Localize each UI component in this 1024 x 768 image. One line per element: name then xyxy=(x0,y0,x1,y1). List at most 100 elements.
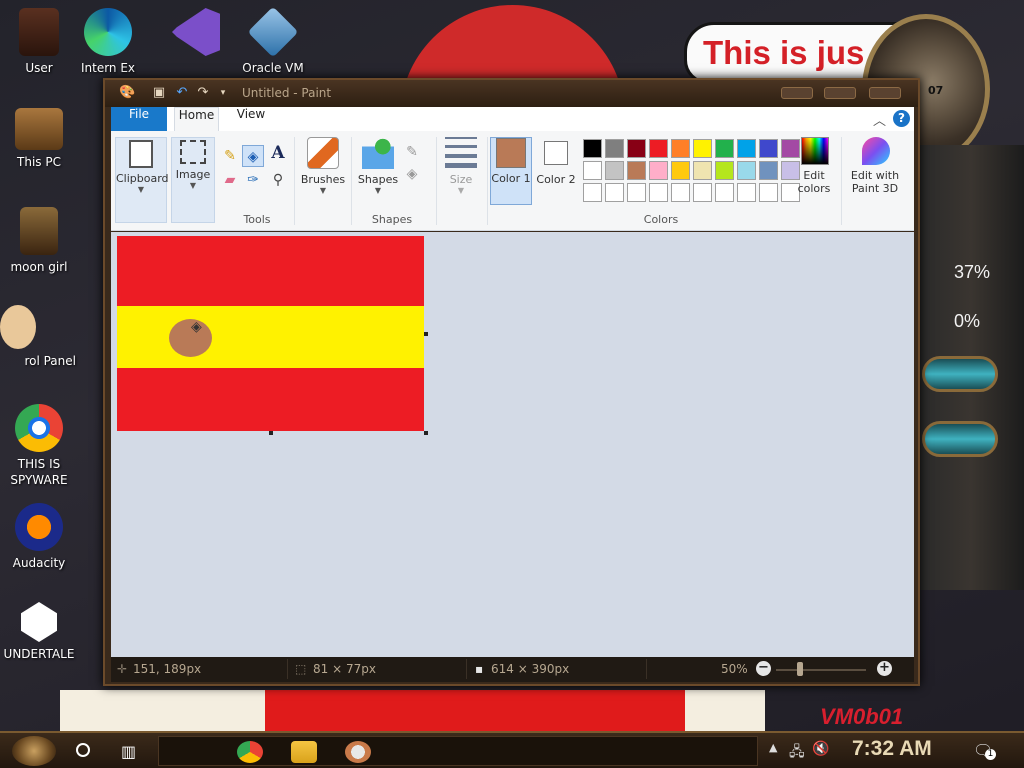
system-clock[interactable]: 7:32 AM xyxy=(852,737,932,761)
zoom-slider-track[interactable] xyxy=(776,669,866,671)
color-swatch[interactable] xyxy=(737,139,756,158)
moon-girl-icon xyxy=(20,207,58,255)
file-explorer-taskbar-icon[interactable] xyxy=(291,741,317,763)
color-swatch[interactable] xyxy=(649,161,668,180)
desktop-icon-this-pc[interactable]: This PC xyxy=(0,108,78,170)
group-separator xyxy=(294,137,295,225)
desktop-icon-visual-studio[interactable] xyxy=(157,8,235,60)
color-swatch[interactable] xyxy=(627,161,646,180)
color1-button[interactable]: Color 1 xyxy=(490,137,532,205)
network-icon[interactable]: 🖧 xyxy=(789,741,805,765)
color-swatch[interactable] xyxy=(671,183,690,202)
drawing-canvas[interactable]: ◈ xyxy=(117,236,424,431)
chrome-taskbar-icon[interactable] xyxy=(237,741,263,763)
minimize-button[interactable] xyxy=(781,87,813,99)
outline-icon[interactable]: ✎ xyxy=(401,141,423,163)
size-lines-icon xyxy=(445,137,477,169)
edit-with-paint3d-button[interactable]: Edit with Paint 3D xyxy=(844,137,908,195)
color-swatch[interactable] xyxy=(693,139,712,158)
paint-taskbar-icon[interactable] xyxy=(345,741,371,763)
start-button[interactable] xyxy=(12,736,56,766)
desktop-icon-audacity[interactable]: Audacity xyxy=(0,503,78,571)
desktop-icon-undertale[interactable]: UNDERTALE xyxy=(0,602,78,662)
eraser-icon[interactable]: ▰ xyxy=(219,169,241,191)
color-swatch[interactable] xyxy=(715,161,734,180)
close-button[interactable] xyxy=(869,87,901,99)
resize-handle-bottom[interactable] xyxy=(269,431,273,435)
text-tool-icon[interactable]: A xyxy=(267,143,289,165)
tab-file[interactable]: File xyxy=(111,107,167,131)
tab-home[interactable]: Home xyxy=(174,107,219,131)
color-swatch[interactable] xyxy=(649,139,668,158)
color-swatch[interactable] xyxy=(605,183,624,202)
search-icon[interactable] xyxy=(76,743,90,757)
color-swatch[interactable] xyxy=(627,139,646,158)
help-icon[interactable]: ? xyxy=(893,110,910,127)
color-swatch[interactable] xyxy=(671,139,690,158)
zoom-level: 50% xyxy=(721,662,748,676)
color2-label: Color 2 xyxy=(536,173,576,186)
desktop-icon-internet-explorer[interactable]: Intern Ex xyxy=(78,8,138,76)
image-button[interactable]: Image ▼ xyxy=(171,137,215,223)
color1-label: Color 1 xyxy=(491,172,531,185)
undo-icon[interactable]: ↶ xyxy=(174,85,190,101)
color-swatch[interactable] xyxy=(759,183,778,202)
color-swatch[interactable] xyxy=(737,161,756,180)
brushes-button[interactable]: Brushes ▼ xyxy=(297,137,349,195)
title-bar[interactable]: 🎨 ▣ ↶ ↷ ▾ Untitled - Paint xyxy=(105,80,918,107)
clipboard-button[interactable]: Clipboard ▼ xyxy=(115,137,169,223)
paint-window[interactable]: 🎨 ▣ ↶ ↷ ▾ Untitled - Paint File Home Vie… xyxy=(103,78,920,686)
pencil-icon[interactable]: ✎ xyxy=(219,145,241,167)
color-swatch[interactable] xyxy=(649,183,668,202)
color-swatch[interactable] xyxy=(583,161,602,180)
color-picker-icon[interactable]: ✑ xyxy=(242,169,264,191)
fill-bucket-icon[interactable]: ◈ xyxy=(242,145,264,167)
color-swatch[interactable] xyxy=(605,139,624,158)
canvas-area[interactable]: ◈ xyxy=(111,232,914,657)
volume-muted-icon[interactable]: 🔇 xyxy=(812,741,829,757)
color-swatch[interactable] xyxy=(627,183,646,202)
color-swatch[interactable] xyxy=(605,161,624,180)
quick-access-dropdown-icon[interactable]: ▾ xyxy=(215,85,231,101)
resize-handle-corner[interactable] xyxy=(424,431,428,435)
color-swatch[interactable] xyxy=(671,161,690,180)
color-swatch[interactable] xyxy=(759,139,778,158)
color-swatch[interactable] xyxy=(759,161,778,180)
zoom-slider-thumb[interactable] xyxy=(797,662,803,676)
desktop-icon-moon-girl[interactable]: moon girl xyxy=(0,207,78,275)
color-wheel-icon xyxy=(801,137,829,165)
color-swatch[interactable] xyxy=(583,139,602,158)
task-view-icon[interactable]: ▥ xyxy=(121,742,136,761)
zoom-in-button[interactable]: + xyxy=(877,661,892,676)
color-swatch[interactable] xyxy=(737,183,756,202)
edit-colors-button[interactable]: Edit colors xyxy=(793,137,837,195)
tab-view[interactable]: View xyxy=(228,107,274,131)
color-swatch[interactable] xyxy=(715,183,734,202)
shapes-button[interactable]: Shapes ▼ xyxy=(353,137,403,195)
zoom-out-button[interactable]: − xyxy=(756,661,771,676)
tools-group-label: Tools xyxy=(243,213,271,226)
resize-handle-right[interactable] xyxy=(424,332,428,336)
desktop-icon-control-panel[interactable]: rol Panel xyxy=(0,305,80,369)
desktop-icon-oracle-vm[interactable]: Oracle VM xyxy=(234,6,312,76)
desktop-icon-label: Audacity xyxy=(12,556,66,570)
color-swatch[interactable] xyxy=(715,139,734,158)
fill-icon[interactable]: ◈ xyxy=(401,163,423,185)
wallpaper-speech-text: This is jus xyxy=(703,34,865,71)
color-swatch[interactable] xyxy=(583,183,602,202)
save-icon[interactable]: ▣ xyxy=(151,85,167,101)
color2-button[interactable]: Color 2 xyxy=(535,137,577,186)
color-swatch[interactable] xyxy=(693,161,712,180)
desktop-icon-label: Intern Ex xyxy=(80,61,136,75)
redo-icon[interactable]: ↷ xyxy=(195,85,211,101)
color-swatch[interactable] xyxy=(693,183,712,202)
show-hidden-icons-icon[interactable]: ▲ xyxy=(769,741,777,754)
size-button[interactable]: Size ▼ xyxy=(439,137,483,195)
collapse-ribbon-icon[interactable]: ︿ xyxy=(873,110,886,129)
magnifier-icon[interactable]: ⚲ xyxy=(267,169,289,191)
desktop-icon-chrome[interactable]: THIS IS SPYWARE xyxy=(0,404,78,488)
desktop-icon-user[interactable]: User xyxy=(0,8,78,76)
maximize-button[interactable] xyxy=(824,87,856,99)
clipboard-label: Clipboard xyxy=(116,172,169,185)
shapes-group-label: Shapes xyxy=(371,213,413,226)
